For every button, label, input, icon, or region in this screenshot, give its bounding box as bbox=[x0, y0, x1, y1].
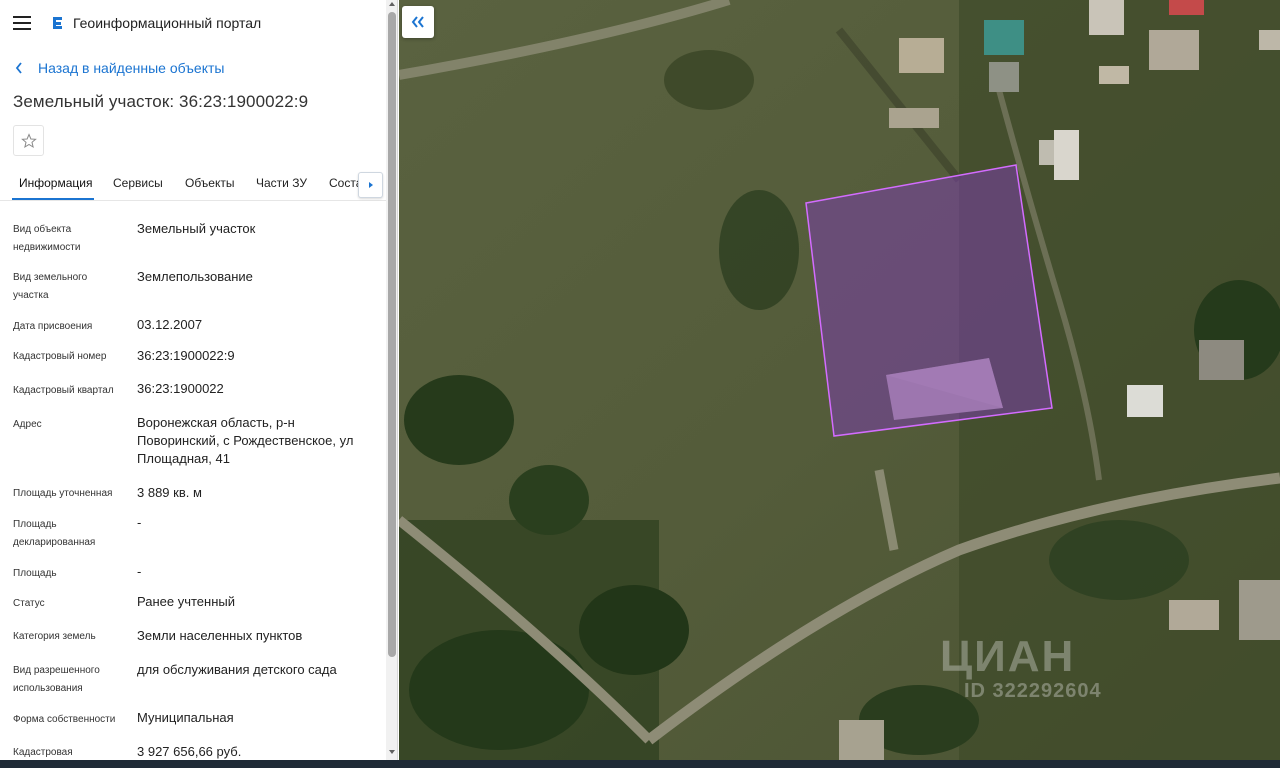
label-object-type: Вид объекта недвижимости bbox=[13, 224, 81, 253]
scroll-down-arrow-icon[interactable] bbox=[389, 750, 395, 754]
label-area-declared: Площадь декларированная bbox=[13, 519, 96, 548]
os-taskbar bbox=[0, 760, 1280, 768]
watermark: ЦИАН ID 322292604 bbox=[940, 610, 1140, 710]
label-area: Площадь bbox=[13, 568, 57, 579]
value-land-category: Земли населенных пунктов bbox=[137, 628, 303, 643]
label-parcel-type: Вид земельного участка bbox=[13, 272, 88, 301]
map-imagery bbox=[399, 0, 1280, 760]
label-assign-date: Дата присвоения bbox=[13, 321, 93, 332]
label-ownership: Форма собственности bbox=[13, 714, 116, 725]
value-area-declared: - bbox=[137, 515, 142, 530]
label-cadastral-number: Кадастровый номер bbox=[13, 351, 107, 362]
info-panel: Геоинформационный портал Назад в найденн… bbox=[0, 0, 398, 760]
collapse-panel-button[interactable] bbox=[402, 6, 434, 38]
value-ownership: Муниципальная bbox=[137, 710, 234, 725]
info-list: Вид объекта недвижимости Земельный участо… bbox=[0, 0, 386, 760]
value-cadastral-quarter: 36:23:1900022 bbox=[137, 381, 224, 396]
label-land-category: Категория земель bbox=[13, 631, 96, 642]
label-cadastral-quarter: Кадастровый квартал bbox=[13, 385, 114, 396]
value-cadastral-value: 3 927 656,66 руб. bbox=[137, 744, 242, 759]
value-cadastral-number: 36:23:1900022:9 bbox=[137, 348, 235, 363]
watermark-logo: ЦИАН bbox=[940, 632, 1076, 681]
label-area-refined: Площадь уточненная bbox=[13, 488, 113, 499]
value-permitted-use: для обслуживания детского сада bbox=[137, 662, 337, 677]
double-chevron-left-icon bbox=[411, 16, 424, 28]
satellite-map[interactable]: ЦИАН ID 322292604 bbox=[399, 0, 1280, 760]
value-area: - bbox=[137, 564, 142, 579]
value-area-refined: 3 889 кв. м bbox=[137, 485, 202, 500]
value-status: Ранее учтенный bbox=[137, 594, 235, 609]
scroll-thumb[interactable] bbox=[388, 12, 396, 657]
value-parcel-type: Землепользование bbox=[137, 269, 253, 284]
label-cadastral-value: Кадастровая bbox=[13, 747, 73, 758]
watermark-id: ID 322292604 bbox=[964, 680, 1102, 702]
label-status: Статус bbox=[13, 598, 45, 609]
label-permitted-use: Вид разрешенного использования bbox=[13, 665, 100, 694]
value-address: Воронежская область, р-н Поворинский, с … bbox=[137, 415, 354, 466]
scroll-up-arrow-icon[interactable] bbox=[389, 2, 395, 6]
label-address: Адрес bbox=[13, 419, 42, 430]
value-assign-date: 03.12.2007 bbox=[137, 317, 203, 332]
value-object-type: Земельный участок bbox=[137, 221, 256, 236]
panel-scrollbar[interactable] bbox=[386, 0, 397, 760]
